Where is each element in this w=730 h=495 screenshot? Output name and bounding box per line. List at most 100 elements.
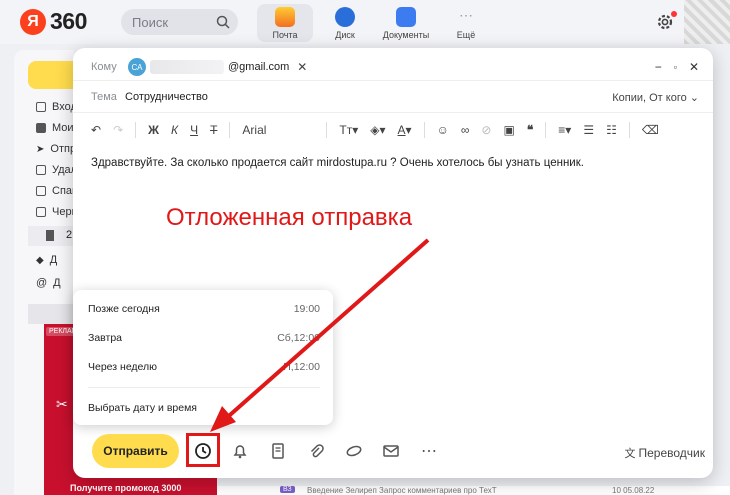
- folder-icon: [36, 123, 46, 133]
- schedule-option-later-today[interactable]: Позже сегодня 19:00: [88, 303, 320, 315]
- clock-icon[interactable]: [193, 441, 213, 461]
- undo-icon[interactable]: ↶: [91, 121, 101, 139]
- toolbar-separator: [628, 122, 630, 138]
- bulleted-list-icon[interactable]: ☰: [583, 121, 594, 139]
- text-color-icon[interactable]: A ▾: [398, 121, 412, 139]
- sidebar-item-drafts[interactable]: Черн: [36, 206, 78, 218]
- emoji-icon[interactable]: ☺: [437, 121, 449, 139]
- font-select[interactable]: Arial: [242, 121, 314, 139]
- toolbar-separator: [135, 122, 137, 138]
- list-item[interactable]: ВЗ Введение Зелиреп Запрос комментариев …: [217, 486, 730, 495]
- numbered-list-icon[interactable]: ☷: [606, 121, 617, 139]
- search-placeholder: Поиск: [132, 14, 169, 30]
- app-mail[interactable]: Почта: [257, 4, 313, 42]
- option-label: Позже сегодня: [88, 303, 160, 315]
- expand-icon[interactable]: ▫: [674, 60, 677, 74]
- copies-toggle[interactable]: Копии, От кого ⌄: [612, 91, 699, 104]
- sidebar-label-2[interactable]: @ Д: [36, 277, 61, 289]
- sidebar-item-sent[interactable]: ➤ Отпр: [36, 143, 76, 155]
- clear-format-icon[interactable]: ⌫: [642, 121, 659, 139]
- divider: [73, 80, 713, 81]
- more-apps-icon: ⋯: [459, 7, 473, 23]
- bell-icon[interactable]: [230, 441, 250, 461]
- toolbar-separator: [229, 122, 231, 138]
- chevron-down-icon: ⌄: [689, 92, 699, 104]
- remove-recipient-icon[interactable]: ✕: [297, 60, 307, 74]
- compose-button-stub[interactable]: [28, 61, 74, 89]
- sidebar-label-text: Д: [49, 254, 58, 266]
- app-documents[interactable]: Документы: [378, 4, 434, 42]
- italic-icon[interactable]: К: [171, 121, 178, 139]
- underline-icon[interactable]: Ч: [190, 121, 198, 139]
- option-time: Сб,12:00: [277, 332, 320, 344]
- app-documents-label: Документы: [382, 30, 430, 40]
- paperclip-icon[interactable]: [306, 441, 326, 461]
- bold-icon[interactable]: Ж: [148, 121, 159, 139]
- fill-color-icon[interactable]: ◈▾: [370, 121, 385, 139]
- font-size-icon[interactable]: Тт▾: [339, 121, 358, 139]
- sidebar-item-mine[interactable]: Мои: [36, 122, 74, 134]
- option-label: Выбрать дату и время: [88, 402, 197, 414]
- sidebar-label-1[interactable]: ◆ Д: [36, 254, 57, 266]
- logo-360-text: 360: [50, 8, 87, 34]
- strikethrough-icon[interactable]: Т: [210, 121, 217, 139]
- avatar[interactable]: [684, 0, 730, 44]
- divider: [73, 112, 713, 113]
- quote-icon[interactable]: ❝: [527, 121, 533, 139]
- spam-icon: [36, 186, 46, 196]
- inbox-icon: [36, 102, 46, 112]
- app-more-label: Ещё: [456, 30, 476, 40]
- schedule-option-next-week[interactable]: Через неделю П,12:00: [88, 361, 320, 373]
- recipient-chip[interactable]: СА @gmail.com ✕: [128, 57, 307, 77]
- sidebar-item-inbox[interactable]: Вход: [36, 101, 77, 113]
- search-icon[interactable]: [216, 15, 230, 29]
- schedule-option-tomorrow[interactable]: Завтра Сб,12:00: [88, 332, 320, 344]
- drafts-icon: [36, 207, 46, 217]
- mail-app-icon: [275, 7, 295, 27]
- subject-field[interactable]: Сотрудничество: [125, 91, 208, 103]
- option-label: Через неделю: [88, 361, 158, 373]
- more-icon[interactable]: ⋯: [419, 441, 439, 461]
- envelope-icon[interactable]: [381, 441, 401, 461]
- tag-icon: ◆: [36, 254, 44, 266]
- option-label: Завтра: [88, 332, 123, 344]
- bookmark-icon: [46, 230, 54, 241]
- subject-label: Тема: [91, 91, 117, 103]
- window-controls: − ▫ ✕: [655, 60, 699, 74]
- yandex-360-logo[interactable]: Я 360: [20, 8, 87, 35]
- ad-text: Получите промокод 3000: [70, 483, 182, 493]
- search-input[interactable]: Поиск: [121, 9, 238, 35]
- sidebar-item-label: Мои: [52, 122, 74, 134]
- image-icon[interactable]: ▣: [503, 121, 514, 139]
- link-icon[interactable]: ∞: [461, 121, 470, 139]
- unlink-icon[interactable]: ⊘: [481, 121, 491, 139]
- translator-button[interactable]: 文 Переводчик: [624, 445, 705, 461]
- app-disk[interactable]: Диск: [317, 4, 373, 42]
- message-body[interactable]: Здравствуйте. За сколько продается сайт …: [91, 157, 584, 169]
- toolbar-separator: [545, 122, 547, 138]
- folder-row[interactable]: 2: [28, 226, 74, 246]
- logo-ya-mark: Я: [20, 8, 46, 35]
- redo-icon[interactable]: ↷: [113, 121, 123, 139]
- send-button[interactable]: Отправить: [92, 434, 179, 468]
- compose-dialog: Кому СА @gmail.com ✕ − ▫ ✕ Тема Сотрудни…: [73, 48, 713, 478]
- schedule-option-custom[interactable]: Выбрать дату и время: [88, 402, 320, 414]
- translator-label: Переводчик: [638, 446, 705, 460]
- toolbar-separator: [423, 122, 425, 138]
- align-icon[interactable]: ≡▾: [558, 121, 571, 139]
- row-text: Введение Зелиреп Запрос комментариев про…: [307, 486, 497, 495]
- template-icon[interactable]: [268, 441, 288, 461]
- annotation-text: Отложенная отправка: [166, 204, 413, 231]
- schedule-send-menu: Позже сегодня 19:00 Завтра Сб,12:00 Чере…: [73, 290, 333, 425]
- disk-attach-icon[interactable]: [344, 441, 364, 461]
- copies-label: Копии, От кого: [612, 92, 687, 104]
- sidebar-label-text: Д: [53, 277, 61, 289]
- app-more[interactable]: ⋯ Ещё: [438, 4, 494, 42]
- sidebar-item-deleted[interactable]: Удал: [36, 164, 77, 176]
- close-icon[interactable]: ✕: [689, 60, 699, 74]
- scissors-icon: ✂: [56, 396, 68, 412]
- row-date: 10 05.08.22: [612, 486, 655, 495]
- minimize-icon[interactable]: −: [655, 60, 662, 74]
- notification-dot: [671, 11, 677, 17]
- trash-icon: [36, 165, 46, 175]
